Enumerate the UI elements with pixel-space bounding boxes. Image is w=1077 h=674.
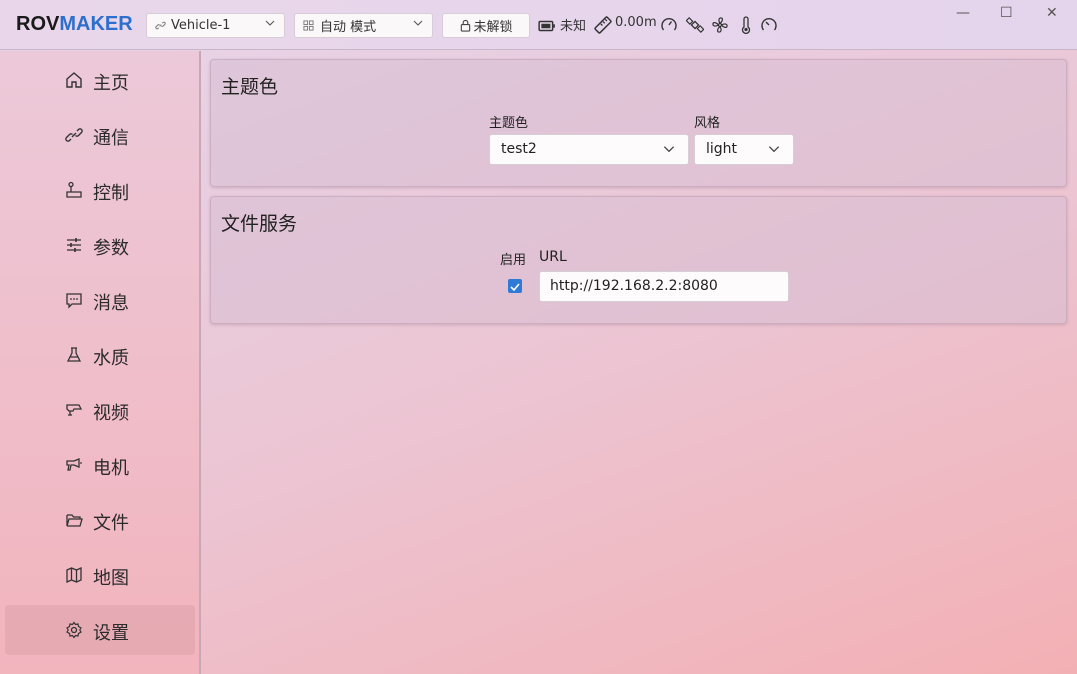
ruler-icon: [594, 16, 612, 34]
enable-label: 启用: [500, 253, 527, 268]
sidebar-item-map[interactable]: 地图: [5, 550, 195, 600]
url-input[interactable]: http://192.168.2.2:8080: [539, 271, 789, 302]
sidebar-item-label: 电机: [93, 458, 129, 479]
map-icon: [66, 566, 82, 584]
style-select-value: light: [706, 141, 738, 157]
speedometer-icon: [761, 18, 777, 31]
camera-icon: [66, 404, 83, 416]
unlock-button[interactable]: 未解锁: [442, 13, 530, 38]
vehicle-select-value: Vehicle-1: [171, 18, 231, 33]
sliders-icon: [67, 238, 81, 252]
sidebar-item-label: 消息: [93, 293, 129, 314]
enable-checkbox[interactable]: [508, 279, 522, 293]
sidebar-item-comm[interactable]: 通信: [5, 110, 195, 160]
link-icon: [65, 128, 83, 142]
sidebar-item-home[interactable]: 主页: [5, 55, 195, 105]
title-bar: ROVMAKER Vehicle-1 自动 模式 未解锁 未知 0.00m — …: [0, 0, 1077, 50]
folder-icon: [66, 514, 83, 527]
message-icon: [66, 293, 82, 309]
sidebar-item-label: 视频: [93, 403, 129, 424]
sidebar-item-label: 文件: [93, 513, 129, 534]
sidebar-item-messages[interactable]: 消息: [5, 275, 195, 325]
mode-select[interactable]: 自动 模式: [294, 13, 433, 38]
lock-icon: [461, 19, 471, 32]
sidebar-item-video[interactable]: 视频: [5, 385, 195, 435]
theme-select-value: test2: [501, 141, 537, 157]
url-label: URL: [539, 249, 567, 265]
sidebar-item-params[interactable]: 参数: [5, 220, 195, 270]
vehicle-select[interactable]: Vehicle-1: [146, 13, 285, 38]
style-select[interactable]: light: [694, 134, 794, 165]
gear-icon: [66, 621, 82, 639]
theme-label: 主题色: [489, 116, 529, 131]
sidebar-item-settings[interactable]: 设置: [5, 605, 195, 655]
joystick-icon: [66, 181, 82, 198]
grid-icon: [303, 20, 314, 31]
app-logo: ROVMAKER: [16, 13, 133, 35]
sidebar-item-motor[interactable]: 电机: [5, 440, 195, 490]
motor-icon: [66, 458, 82, 471]
sidebar-item-label: 设置: [93, 623, 129, 644]
satellite-icon: [686, 16, 704, 34]
checkmark-icon: [510, 283, 520, 292]
maximize-button[interactable]: ☐: [1000, 5, 1013, 21]
chevron-down-icon: [412, 17, 424, 32]
sidebar-item-water-quality[interactable]: 水质: [5, 330, 195, 380]
thermometer-icon: [741, 16, 751, 34]
theme-section: 主题色 主题色 test2 风格 light: [210, 59, 1067, 187]
home-icon: [66, 72, 82, 88]
close-button[interactable]: ✕: [1046, 5, 1058, 21]
sidebar-item-label: 水质: [93, 348, 129, 369]
sidebar: 主页 通信 控制 参数 消息 水质 视频 电机 文件 地图 设置: [0, 51, 201, 674]
style-label: 风格: [694, 116, 721, 131]
battery-status: 未知: [560, 19, 587, 34]
theme-select[interactable]: test2: [489, 134, 689, 165]
section-title: 文件服务: [221, 213, 298, 235]
unlock-button-label: 未解锁: [473, 20, 513, 35]
minimize-button[interactable]: —: [956, 5, 970, 21]
mode-select-value: 自动 模式: [320, 20, 377, 35]
fan-icon: [712, 17, 728, 33]
chevron-down-icon: [767, 142, 781, 160]
sidebar-item-label: 通信: [93, 128, 129, 149]
sidebar-item-label: 控制: [93, 183, 129, 204]
depth-status: 0.00m: [615, 15, 657, 30]
sidebar-item-label: 参数: [93, 238, 129, 259]
sidebar-item-label: 主页: [93, 73, 129, 94]
battery-icon: [538, 20, 555, 32]
chevron-down-icon: [662, 142, 676, 160]
flask-icon: [66, 347, 82, 362]
gauge-icon: [661, 18, 677, 31]
section-title: 主题色: [221, 76, 279, 98]
file-service-section: 文件服务 启用 URL http://192.168.2.2:8080: [210, 196, 1067, 324]
chevron-down-icon: [264, 17, 276, 32]
link-icon: [155, 21, 166, 30]
sidebar-item-files[interactable]: 文件: [5, 495, 195, 545]
sidebar-item-control[interactable]: 控制: [5, 165, 195, 215]
sidebar-item-label: 地图: [93, 568, 129, 589]
